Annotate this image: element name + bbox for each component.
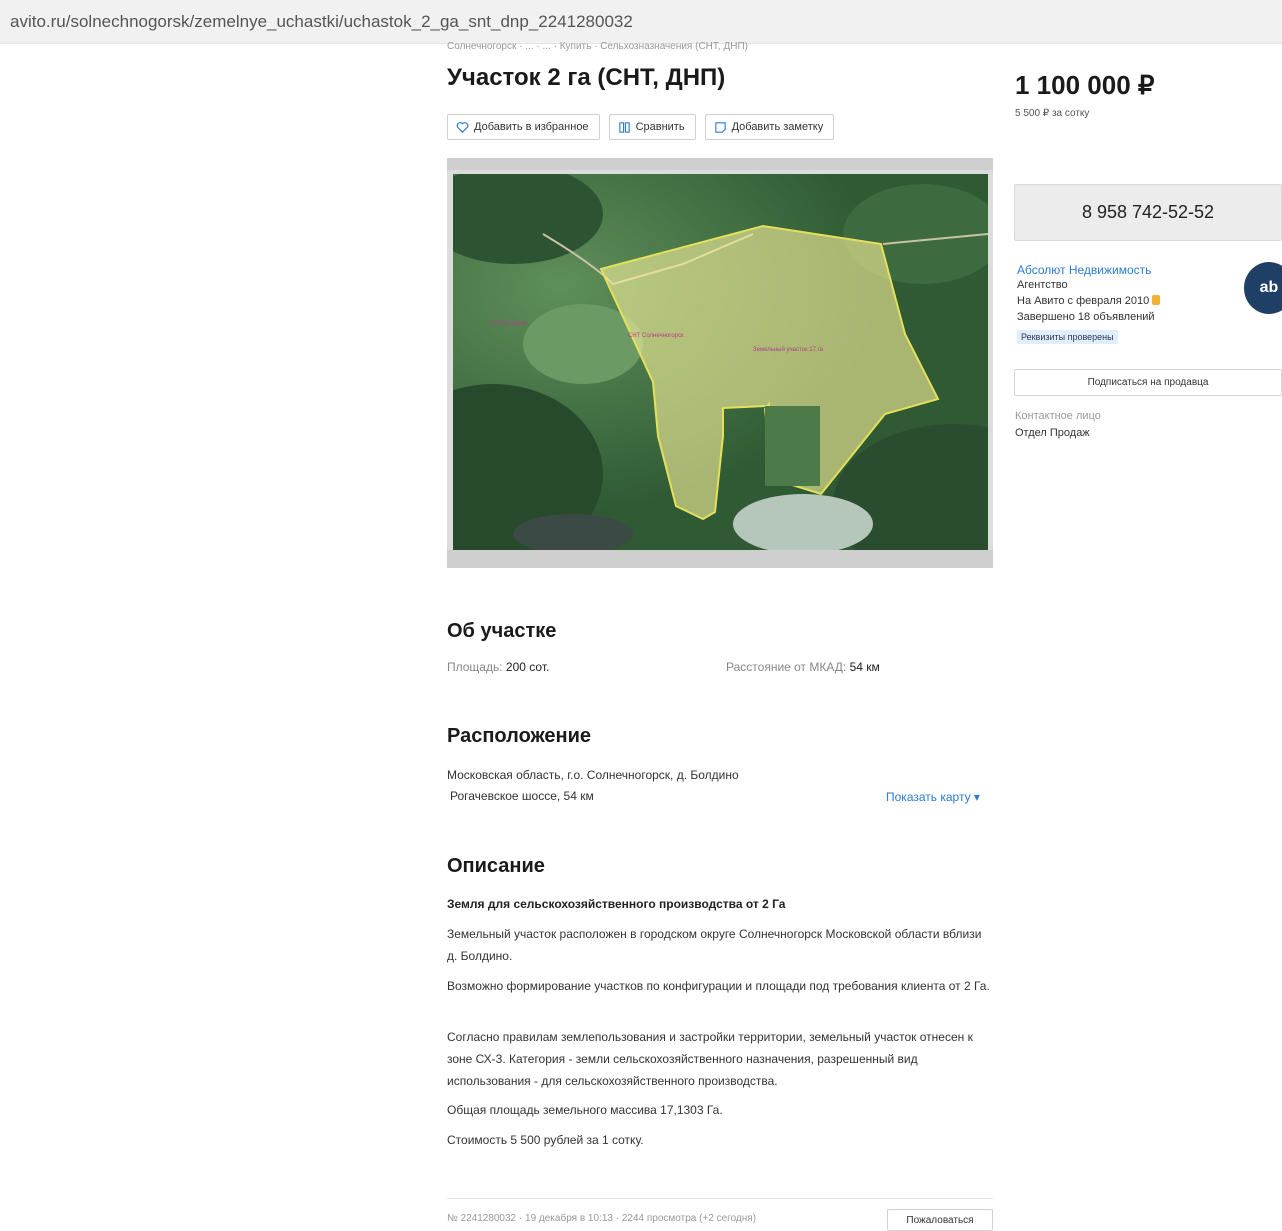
seller-type: Агентство [1017,279,1068,291]
complain-button[interactable]: Пожаловаться [887,1209,993,1231]
description-paragraph: Земля для сельскохозяйственного производ… [447,897,786,911]
price: 1 100 000 ₽ [1015,70,1155,100]
show-map-label: Показать карту [886,790,971,804]
medal-icon [1152,295,1161,305]
description-paragraph: Согласно правилам землепользования и зас… [447,1030,973,1088]
add-to-favorites-label: Добавить в избранное [474,121,589,133]
description-paragraph: Стоимость 5 500 рублей за 1 сотку. [447,1133,644,1147]
description-paragraph: Возможно формирование участков по конфиг… [447,979,990,993]
address-line-1: Московская область, г.о. Солнечногорск, … [447,768,739,782]
param-area-value: 200 сот. [505,660,550,674]
seller-info: Абсолют Недвижимость Агентство На Авито … [1017,263,1282,345]
listing-photo-gallery[interactable]: СНТ Болдино СНТ Солнечногорск Земельный … [447,158,993,568]
note-icon [714,121,726,133]
price-per-unit: 5 500 ₽ за сотку [1015,108,1090,119]
address-line-2: Рогачевское шоссе, 54 км [450,789,594,803]
map-label-middle: СНТ Солнечногорск [628,333,684,339]
complain-label: Пожаловаться [906,1214,974,1226]
add-note-label: Добавить заметку [731,121,824,133]
contact-person-label: Контактное лицо [1015,410,1101,422]
add-note-button[interactable]: Добавить заметку [704,114,835,140]
param-area: Площадь: 200 сот. [447,660,549,674]
footer-divider [447,1198,993,1199]
breadcrumb[interactable]: Солнечногорск · ... · ... · Купить · Сел… [447,42,748,52]
phone-number: 8 958 742-52-52 [1081,202,1215,222]
about-heading: Об участке [447,620,557,642]
verified-badge: Реквизиты проверены [1017,330,1118,344]
add-to-favorites-button[interactable]: Добавить в избранное [447,114,600,140]
contact-person-value: Отдел Продаж [1015,427,1090,439]
description-heading: Описание [447,855,545,877]
compare-icon [618,121,630,133]
satellite-photo[interactable]: СНТ Болдино СНТ Солнечногорск Земельный … [453,174,988,550]
description-paragraph: Земельный участок расположен в городском… [447,927,982,963]
map-label-left: СНТ Болдино [489,321,528,327]
param-distance-key: Расстояние от МКАД: [726,660,847,674]
chevron-down-icon: ▾ [970,790,980,804]
gallery-bottom-band [447,550,993,568]
seller-since-text: На Авито с февраля 2010 [1017,295,1150,307]
compare-button[interactable]: Сравнить [608,114,696,140]
listing-title: Участок 2 га (СНТ, ДНП) [447,64,726,91]
map-label-plot: Земельный участок 17 га [753,346,824,353]
param-distance: Расстояние от МКАД: 54 км [726,660,880,674]
description-paragraph: Общая площадь земельного массива 17,1303… [447,1103,723,1117]
listing-meta: № 2241280032 · 19 декабря в 10:13 · 2244… [447,1213,757,1224]
url-text[interactable]: avito.ru/solnechnogorsk/zemelnye_uchastk… [10,12,633,32]
seller-since: На Авито с февраля 2010 [1017,293,1282,309]
show-phone-button[interactable]: 8 958 742-52-52 [1014,184,1282,241]
param-distance-value: 54 км [849,660,880,674]
param-area-key: Площадь: [447,660,503,674]
seller-name-link[interactable]: Абсолют Недвижимость [1017,263,1282,277]
subscribe-button[interactable]: Подписаться на продавца [1014,369,1282,396]
browser-address-bar[interactable]: avito.ru/solnechnogorsk/zemelnye_uchastk… [0,0,1282,44]
seller-completed: Завершено 18 объявлений [1017,311,1155,323]
listing-actions: Добавить в избранное Сравнить Добавить з… [447,114,835,140]
heart-icon [456,121,469,133]
compare-label: Сравнить [635,121,685,133]
gallery-top-band [447,158,993,170]
show-map-link[interactable]: Показать карту ▾ [886,790,980,804]
location-heading: Расположение [447,725,592,747]
avatar-logo-text: ab [1259,279,1279,296]
subscribe-label: Подписаться на продавца [1087,377,1209,388]
